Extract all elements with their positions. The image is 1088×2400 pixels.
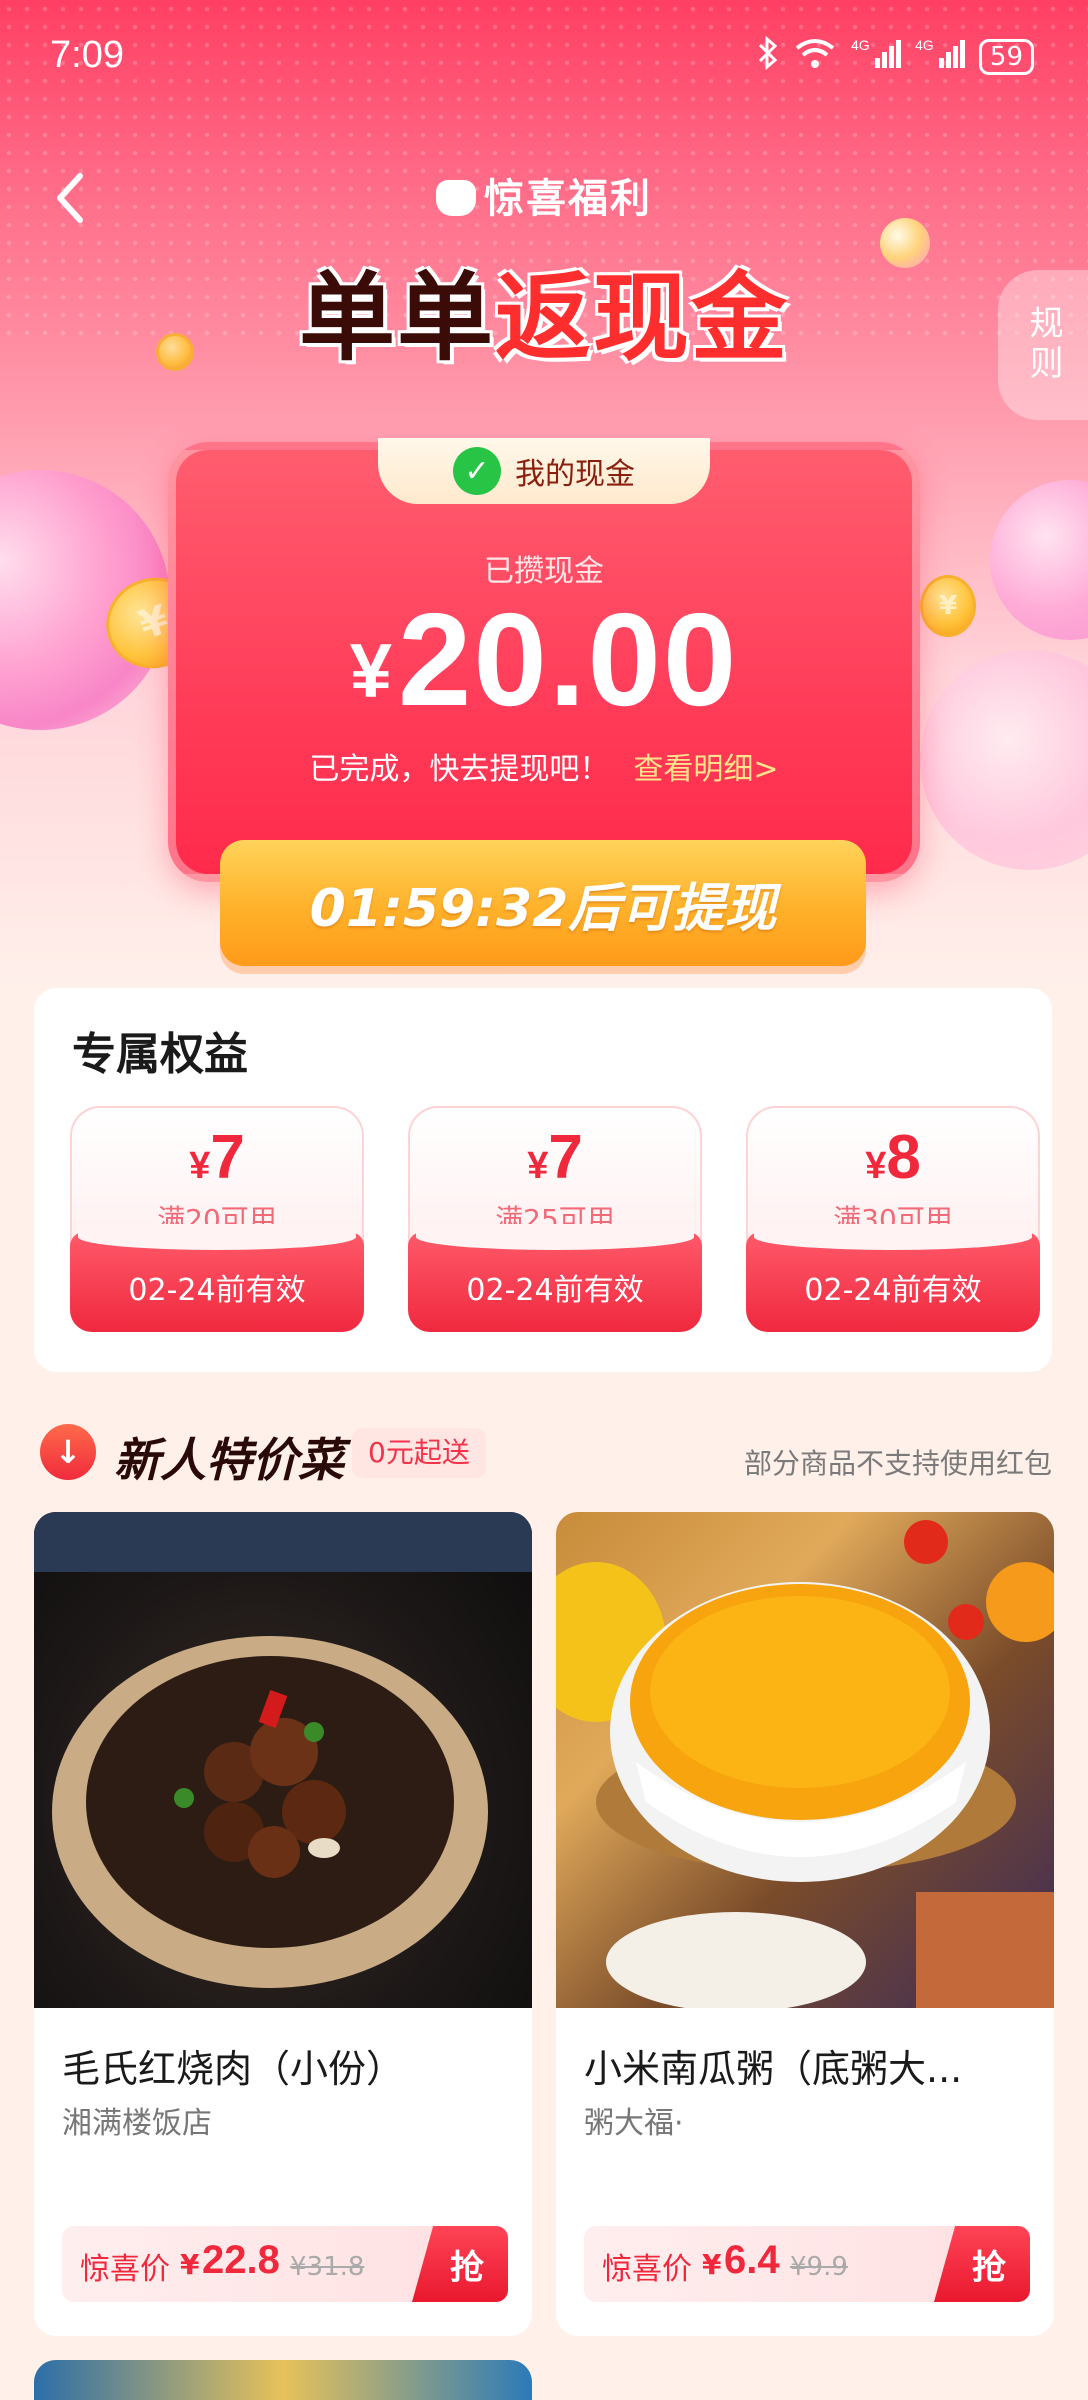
shop-name: 湘满楼饭店 — [62, 2106, 212, 2141]
coupon-value: ¥8 — [748, 1122, 1038, 1193]
status-bar: 7:09 4G 4G 59 — [0, 0, 1088, 110]
coupon-expiry: 02-24前有效 — [408, 1224, 702, 1332]
benefits-title: 专属权益 — [72, 1029, 248, 1080]
download-arrow-icon: ↓ — [40, 1424, 96, 1480]
brand-title: 惊喜福利 — [0, 166, 1088, 224]
pumpkin-porridge-image — [556, 1520, 1054, 2008]
coupon-currency: ¥ — [527, 1145, 549, 1187]
original-price: ¥9.9 — [790, 2252, 848, 2282]
original-price: ¥31.8 — [290, 2252, 365, 2282]
svg-text:4G: 4G — [851, 37, 870, 53]
price-currency: ¥ — [702, 2248, 722, 2281]
coupon[interactable]: ¥8 满30可用 02-24前有效 — [746, 1106, 1040, 1332]
signal-icon: 4G — [851, 36, 901, 77]
product-card[interactable]: 毛氏红烧肉（小份） 湘满楼饭店 惊喜价 ¥ 22.8 ¥31.8 抢 — [34, 1512, 532, 2336]
price-value: 22.8 — [202, 2238, 280, 2282]
bluetooth-icon — [757, 35, 779, 77]
currency-symbol: ¥ — [349, 629, 392, 714]
braised-pork-image — [34, 1512, 532, 1988]
grab-button[interactable]: 抢 — [934, 2226, 1030, 2302]
coupon-amount: 7 — [210, 1123, 245, 1192]
coupon-expiry: 02-24前有效 — [70, 1224, 364, 1332]
my-cash-label: 我的现金 — [515, 457, 635, 492]
price-bar: 惊喜价 ¥ 6.4 ¥9.9 抢 — [584, 2226, 1030, 2302]
price-value: 6.4 — [724, 2238, 780, 2282]
section-note: 部分商品不支持使用红包 — [743, 1447, 1052, 1480]
cash-amount: ¥20.00 — [0, 584, 1088, 735]
coupon-value: ¥7 — [410, 1122, 700, 1193]
headline-part2: 返现金 — [495, 262, 789, 374]
grab-button[interactable]: 抢 — [412, 2226, 508, 2302]
shop-name: 粥大福· — [584, 2106, 684, 2141]
free-delivery-badge: 0元起送 — [352, 1428, 486, 1478]
exclusive-benefits-card: 专属权益 ¥7 满20可用 02-24前有效 ¥7 满25可用 02-24前有效… — [34, 988, 1052, 1372]
price-currency: ¥ — [180, 2248, 200, 2281]
my-cash-tab: ✓ 我的现金 — [378, 438, 710, 504]
brand-logo-icon — [436, 180, 476, 216]
status-time: 7:09 — [50, 34, 124, 76]
coupon[interactable]: ¥7 满20可用 02-24前有效 — [70, 1106, 364, 1332]
product-card[interactable]: 小米南瓜粥（底粥大... 粥大福· 惊喜价 ¥ 6.4 ¥9.9 抢 — [556, 1512, 1054, 2336]
battery-icon: 59 — [978, 38, 1034, 75]
view-details-link[interactable]: 查看明细> — [633, 752, 778, 787]
coupon-currency: ¥ — [865, 1145, 887, 1187]
price-label: 惊喜价 — [602, 2252, 692, 2287]
coupon-expiry: 02-24前有效 — [746, 1224, 1040, 1332]
coupon-currency: ¥ — [189, 1145, 211, 1187]
coupon-expiry-text: 02-24前有效 — [128, 1273, 306, 1308]
rules-button[interactable]: 规则 — [998, 270, 1088, 420]
coupon[interactable]: ¥7 满25可用 02-24前有效 — [408, 1106, 702, 1332]
product-name: 毛氏红烧肉（小份） — [62, 2047, 405, 2091]
done-text: 已完成，快去提现吧！ — [309, 752, 610, 787]
coupon-value: ¥7 — [72, 1122, 362, 1193]
coupon-expiry-text: 02-24前有效 — [804, 1273, 982, 1308]
status-icons: 4G 4G 59 — [757, 35, 1034, 77]
price-bar: 惊喜价 ¥ 22.8 ¥31.8 抢 — [62, 2226, 508, 2302]
product-image[interactable] — [34, 1512, 532, 2008]
wifi-icon — [793, 36, 837, 77]
coupon-amount: 7 — [548, 1123, 583, 1192]
brand-text: 惊喜福利 — [484, 176, 652, 222]
product-card-partial[interactable] — [34, 2360, 532, 2400]
price-label: 惊喜价 — [80, 2252, 170, 2287]
headline-part1: 单单 — [299, 262, 495, 374]
wechat-icon: ✓ — [453, 447, 501, 495]
withdraw-button[interactable]: 01:59:32后可提现 — [220, 840, 866, 966]
headline: 单单返现金 — [0, 240, 1088, 379]
status-line: 已完成，快去提现吧！ 查看明细> — [0, 744, 1088, 788]
product-name: 小米南瓜粥（底粥大... — [584, 2047, 963, 2091]
product-image[interactable] — [556, 1512, 1054, 2008]
amount-value: 20.00 — [397, 586, 739, 733]
section-title: 新人特价菜 — [114, 1433, 344, 1487]
coupon-amount: 8 — [886, 1123, 921, 1192]
signal-icon: 4G — [915, 36, 965, 77]
coupon-expiry-text: 02-24前有效 — [466, 1273, 644, 1308]
svg-text:4G: 4G — [915, 37, 934, 53]
